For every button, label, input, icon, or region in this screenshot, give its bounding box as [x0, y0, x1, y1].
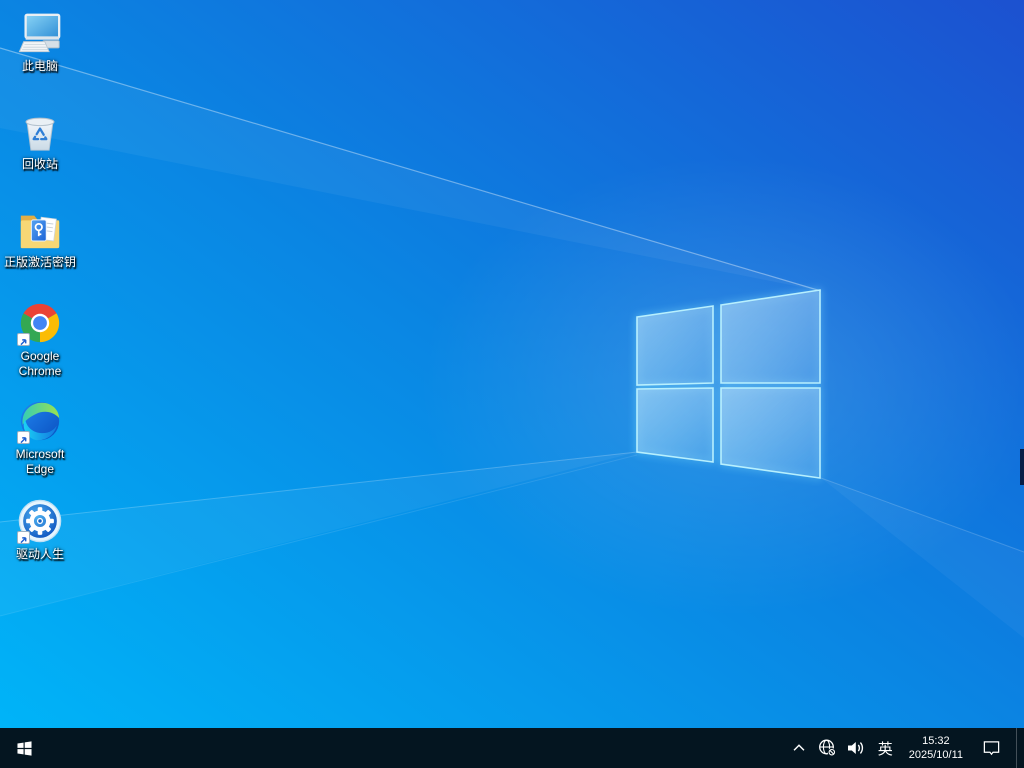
- network-offline-icon[interactable]: [817, 728, 837, 768]
- icon-label: Microsoft Edge: [15, 447, 65, 476]
- start-button[interactable]: [0, 728, 48, 768]
- windows-start-icon: [16, 740, 32, 756]
- icon-label: 回收站: [21, 157, 58, 171]
- ime-language-indicator[interactable]: 英: [875, 728, 896, 768]
- taskbar-clock[interactable]: 15:32 2025/10/11: [905, 734, 967, 762]
- taskbar-empty-area[interactable]: [48, 728, 790, 768]
- desktop-icon-recycle-bin[interactable]: 回收站: [1, 108, 79, 172]
- clock-time: 15:32: [922, 735, 950, 747]
- recycle-bin-icon: [25, 117, 55, 151]
- icon-label: 此电脑: [21, 59, 58, 73]
- shortcut-arrow-icon: [17, 531, 30, 544]
- desktop-icon-driver-life[interactable]: 驱动人生: [1, 498, 79, 562]
- this-pc-icon: [18, 13, 61, 53]
- screen-edge-artifact: [1020, 449, 1024, 485]
- desktop-icon-this-pc[interactable]: 此电脑: [1, 10, 79, 74]
- desktop-icon-edge[interactable]: Microsoft Edge: [1, 398, 79, 477]
- icon-label: 正版激活密钥: [3, 255, 76, 269]
- volume-icon[interactable]: [846, 728, 866, 768]
- icon-label: Google Chrome: [18, 349, 62, 378]
- system-tray: 英 15:32 2025/10/11: [790, 728, 1024, 768]
- hidden-icons-chevron-icon[interactable]: [790, 728, 808, 768]
- desktop-wallpaper: 此电脑 回收站 正版激活密钥 Google Chrome Microsoft E…: [0, 0, 1024, 728]
- clock-date: 2025/10/11: [908, 749, 963, 761]
- shortcut-arrow-icon: [17, 431, 30, 444]
- desktop-icon-activation-key[interactable]: 正版激活密钥: [1, 206, 79, 270]
- desktop-icon-chrome[interactable]: Google Chrome: [1, 300, 79, 379]
- activation-key-folder-icon: [20, 215, 60, 249]
- shortcut-arrow-icon: [17, 333, 30, 346]
- action-center-icon[interactable]: [976, 728, 1007, 768]
- icon-label: 驱动人生: [15, 547, 64, 561]
- wallpaper-light-rays-logo: [0, 47, 1024, 638]
- taskbar: 英 15:32 2025/10/11: [0, 728, 1024, 768]
- show-desktop-button[interactable]: [1016, 728, 1022, 768]
